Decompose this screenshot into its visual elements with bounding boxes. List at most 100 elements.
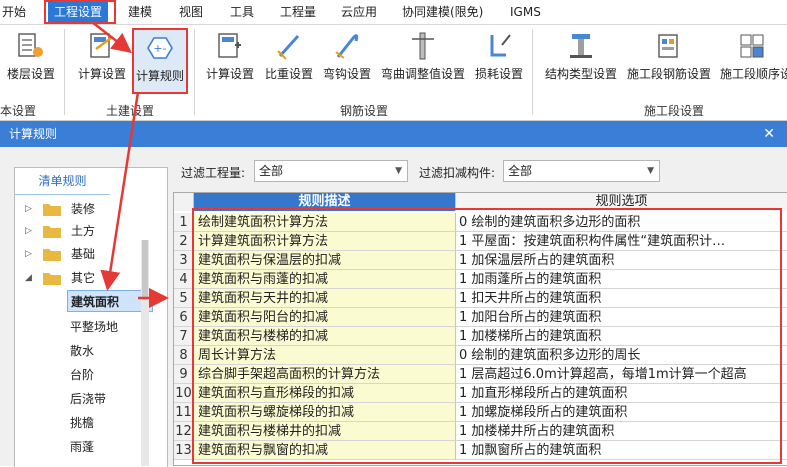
structure-type-button[interactable]: 结构类型设置 <box>540 25 622 95</box>
calc-rules-label: 计算规则 <box>135 69 184 83</box>
chevron-right-icon[interactable]: ▷ <box>25 198 32 220</box>
hook-settings-icon <box>335 34 359 59</box>
rule-desc-cell[interactable]: 建筑面积与天井的扣减 <box>194 289 456 308</box>
rule-desc-cell[interactable]: 周长计算方法 <box>194 346 456 365</box>
rule-option-cell[interactable]: 1 扣天井所占的建筑面积 <box>456 289 787 308</box>
folder-icon <box>43 204 61 216</box>
calc-rules-button[interactable]: +- 计算规则 <box>132 28 188 94</box>
hook-settings-button[interactable]: 弯钩设置 <box>320 25 374 95</box>
weight-ratio-button[interactable]: 比重设置 <box>262 25 316 95</box>
menu-quantity[interactable]: 工程量 <box>280 0 316 24</box>
menu-cloud[interactable]: 云应用 <box>341 0 377 24</box>
menu-tools[interactable]: 工具 <box>230 0 254 24</box>
loss-settings-icon <box>490 34 511 57</box>
rule-desc-cell[interactable]: 建筑面积与螺旋梯段的扣减 <box>194 403 456 422</box>
grid-header-options[interactable]: 规则选项 <box>456 193 787 211</box>
row-number: 11 <box>174 403 194 422</box>
rule-desc-cell[interactable]: 建筑面积与阳台的扣减 <box>194 308 456 327</box>
rule-option-cell[interactable]: 0 绘制的建筑面积多边形的面积 <box>456 213 787 232</box>
chevron-right-icon[interactable]: ▷ <box>25 243 32 265</box>
row-number: 12 <box>174 422 194 441</box>
table-row[interactable]: 5 建筑面积与天井的扣减 1 扣天井所占的建筑面积 <box>174 289 787 308</box>
table-row[interactable]: 10 建筑面积与直形梯段的扣减 1 加直形梯段所占的建筑面积 <box>174 384 787 403</box>
rule-desc-cell[interactable]: 建筑面积与飘窗的扣减 <box>194 441 456 460</box>
chevron-right-icon[interactable]: ▷ <box>25 220 32 242</box>
table-row[interactable]: 7 建筑面积与楼梯的扣减 1 加楼梯所占的建筑面积 <box>174 327 787 346</box>
rule-desc-cell[interactable]: 计算建筑面积计算方法 <box>194 232 456 251</box>
bend-adjust-button[interactable]: 弯曲调整值设置 <box>378 25 468 95</box>
scrollbar-thumb[interactable] <box>142 240 148 300</box>
table-row[interactable]: 2 计算建筑面积计算方法 1 平屋面：按建筑面积构件属性“建筑面积计… <box>174 232 787 251</box>
rule-desc-cell[interactable]: 建筑面积与直形梯段的扣减 <box>194 384 456 403</box>
menu-model[interactable]: 建模 <box>128 0 152 24</box>
segment-rebar-button[interactable]: 施工段钢筋设置 <box>624 25 714 95</box>
calc-settings-button[interactable]: 计算设置 <box>74 25 130 95</box>
rule-option-cell[interactable]: 1 加楼梯井所占的建筑面积 <box>456 422 787 441</box>
svg-text:+-: +- <box>153 42 166 55</box>
segment-order-button[interactable]: 施工段顺序设 <box>716 25 787 95</box>
floor-settings-icon <box>18 33 43 57</box>
menu-collab[interactable]: 协同建模(限免) <box>402 0 483 24</box>
table-row[interactable]: 4 建筑面积与雨蓬的扣减 1 加雨蓬所占的建筑面积 <box>174 270 787 289</box>
table-row[interactable]: 13 建筑面积与飘窗的扣减 1 加飘窗所占的建筑面积 <box>174 441 787 460</box>
tree-leaf-canopy[interactable]: 雨蓬 <box>67 436 97 458</box>
rule-option-cell[interactable]: 0 绘制的建筑面积多边形的周长 <box>456 346 787 365</box>
dialog-title-bar[interactable]: 计算规则 ✕ <box>0 121 787 147</box>
rule-option-cell[interactable]: 1 加楼梯所占的建筑面积 <box>456 327 787 346</box>
floor-settings-button[interactable]: 楼层设置 <box>2 25 60 95</box>
tree-leaf-site-leveling[interactable]: 平整场地 <box>67 316 121 338</box>
table-row[interactable]: 6 建筑面积与阳台的扣减 1 加阳台所占的建筑面积 <box>174 308 787 327</box>
rule-desc-cell[interactable]: 建筑面积与保温层的扣减 <box>194 251 456 270</box>
rule-desc-cell[interactable]: 绘制建筑面积计算方法 <box>194 213 456 232</box>
rule-desc-cell[interactable]: 综合脚手架超高面积的计算方法 <box>194 365 456 384</box>
group-separator <box>64 29 65 115</box>
rule-option-cell[interactable]: 1 层高超过6.0m计算超高，每增1m计算一个超高 <box>456 365 787 384</box>
tree-leaf-steps[interactable]: 台阶 <box>67 364 97 386</box>
dialog-title: 计算规则 <box>9 127 58 141</box>
tree-leaf-cornice[interactable]: 挑檐 <box>67 412 97 434</box>
rule-desc-cell[interactable]: 建筑面积与楼梯井的扣减 <box>194 422 456 441</box>
menu-igms[interactable]: IGMS <box>510 0 541 24</box>
menu-view[interactable]: 视图 <box>179 0 203 24</box>
table-row[interactable]: 8 周长计算方法 0 绘制的建筑面积多边形的周长 <box>174 346 787 365</box>
tree-leaf-apron[interactable]: 散水 <box>67 340 97 362</box>
table-row[interactable]: 3 建筑面积与保温层的扣减 1 加保温层所占的建筑面积 <box>174 251 787 270</box>
rebar-calc-settings-button[interactable]: 计算设置 <box>202 25 258 95</box>
segment-rebar-label: 施工段钢筋设置 <box>626 67 711 81</box>
hook-settings-label: 弯钩设置 <box>322 67 371 81</box>
menu-bar: 开始 工程设置 建模 视图 工具 工程量 云应用 协同建模(限免) IGMS <box>0 0 787 25</box>
rule-option-cell[interactable]: 1 加直形梯段所占的建筑面积 <box>456 384 787 403</box>
close-icon[interactable]: ✕ <box>763 125 775 143</box>
group-label-civil: 土建设置 <box>106 104 155 118</box>
menu-start[interactable]: 开始 <box>2 0 26 24</box>
bend-adjust-icon <box>412 32 434 60</box>
tree-node-label: 土方 <box>71 224 96 238</box>
tree-node-earthwork[interactable]: ▷ 土方 <box>15 220 165 242</box>
rule-option-cell[interactable]: 1 加阳台所占的建筑面积 <box>456 308 787 327</box>
table-row[interactable]: 11 建筑面积与螺旋梯段的扣减 1 加螺旋梯段所占的建筑面积 <box>174 403 787 422</box>
rule-option-cell[interactable]: 1 加保温层所占的建筑面积 <box>456 251 787 270</box>
rule-option-cell[interactable]: 1 加飘窗所占的建筑面积 <box>456 441 787 460</box>
filter-deduct-select[interactable]: 全部 ▼ <box>503 160 660 182</box>
menu-project-settings[interactable]: 工程设置 <box>48 0 109 24</box>
loss-settings-label: 损耗设置 <box>474 67 523 81</box>
chevron-down-icon[interactable]: ◢ <box>25 267 32 289</box>
table-row[interactable]: 9 综合脚手架超高面积的计算方法 1 层高超过6.0m计算超高，每增1m计算一个… <box>174 365 787 384</box>
tree-node-decoration[interactable]: ▷ 装修 <box>15 198 165 220</box>
row-number: 2 <box>174 232 194 251</box>
tab-list-rules[interactable]: 清单规则 <box>15 168 110 195</box>
rule-option-cell[interactable]: 1 加螺旋梯段所占的建筑面积 <box>456 403 787 422</box>
table-row[interactable]: 12 建筑面积与楼梯井的扣减 1 加楼梯井所占的建筑面积 <box>174 422 787 441</box>
tree-leaf-post-cast-strip[interactable]: 后浇带 <box>67 388 109 410</box>
rule-desc-cell[interactable]: 建筑面积与雨蓬的扣减 <box>194 270 456 289</box>
rule-desc-cell[interactable]: 建筑面积与楼梯的扣减 <box>194 327 456 346</box>
rule-option-cell[interactable]: 1 平屋面：按建筑面积构件属性“建筑面积计… <box>456 232 787 251</box>
rule-option-cell[interactable]: 1 加雨蓬所占的建筑面积 <box>456 270 787 289</box>
tree-scrollbar[interactable] <box>141 240 149 466</box>
grid-header-desc[interactable]: 规则描述 <box>194 193 456 211</box>
filter-deduct-label: 过滤扣减构件: <box>419 166 496 180</box>
row-number: 3 <box>174 251 194 270</box>
loss-settings-button[interactable]: 损耗设置 <box>470 25 528 95</box>
table-row[interactable]: 1 绘制建筑面积计算方法 0 绘制的建筑面积多边形的面积 <box>174 213 787 232</box>
filter-quantity-select[interactable]: 全部 ▼ <box>254 160 408 182</box>
